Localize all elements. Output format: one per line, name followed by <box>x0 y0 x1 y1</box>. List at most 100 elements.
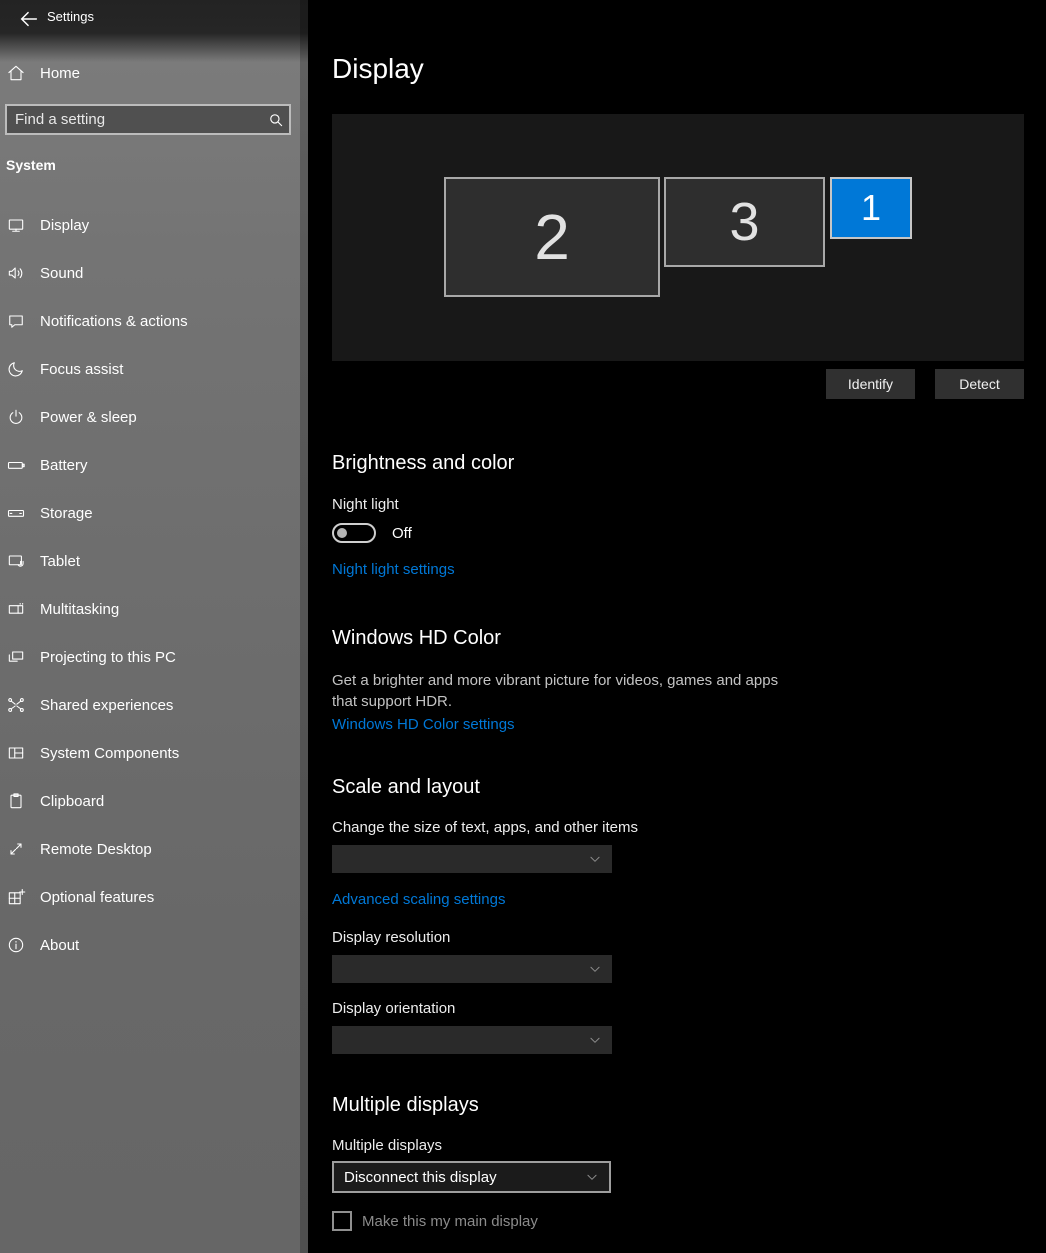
detect-button[interactable]: Detect <box>935 369 1024 399</box>
sidebar-item-projecting[interactable]: Projecting to this PC <box>0 633 300 681</box>
sidebar-item-remote-desktop[interactable]: Remote Desktop <box>0 825 300 873</box>
settings-window: Settings Home System Display <box>0 0 1046 1253</box>
multiple-displays-value: Disconnect this display <box>344 1169 497 1186</box>
sidebar-item-label: About <box>40 937 79 954</box>
hd-color-settings-link[interactable]: Windows HD Color settings <box>332 715 515 735</box>
main-display-checkbox-row: Make this my main display <box>332 1211 1046 1231</box>
home-label: Home <box>40 65 80 82</box>
identify-button[interactable]: Identify <box>826 369 915 399</box>
night-light-label: Night light <box>332 495 1046 515</box>
brightness-heading: Brightness and color <box>332 450 1046 476</box>
page-title: Display <box>332 52 1046 86</box>
sidebar-item-label: Battery <box>40 457 88 474</box>
advanced-scaling-link[interactable]: Advanced scaling settings <box>332 890 505 910</box>
sidebar-item-storage[interactable]: Storage <box>0 489 300 537</box>
power-icon <box>6 407 26 427</box>
sidebar-item-label: Optional features <box>40 889 154 906</box>
sidebar-item-multitasking[interactable]: Multitasking <box>0 585 300 633</box>
toggle-knob <box>337 528 347 538</box>
drive-icon <box>6 503 26 523</box>
multitask-windows-icon <box>6 599 26 619</box>
info-circle-icon <box>6 935 26 955</box>
monitor-icon <box>6 215 26 235</box>
window-title: Settings <box>47 9 94 24</box>
main-pane: Display 2 3 1 Identify Detect Brightness… <box>308 0 1046 1253</box>
display-orientation-dropdown[interactable] <box>332 1026 612 1054</box>
sidebar-item-label: Tablet <box>40 553 80 570</box>
sidebar-item-clipboard[interactable]: Clipboard <box>0 777 300 825</box>
scale-size-label: Change the size of text, apps, and other… <box>332 818 1046 838</box>
sidebar-item-focus-assist[interactable]: Focus assist <box>0 345 300 393</box>
monitor-arrangement-panel: 2 3 1 <box>332 114 1024 361</box>
chevron-down-icon <box>585 1170 599 1184</box>
sidebar-item-display[interactable]: Display <box>0 201 300 249</box>
monitor-buttons-row: Identify Detect <box>332 369 1024 399</box>
sidebar-item-label: Shared experiences <box>40 697 173 714</box>
sidebar-item-power-sleep[interactable]: Power & sleep <box>0 393 300 441</box>
make-main-display-checkbox[interactable] <box>332 1211 352 1231</box>
speaker-icon <box>6 263 26 283</box>
home-icon <box>6 63 26 83</box>
night-light-state: Off <box>392 525 412 542</box>
sidebar-item-label: Storage <box>40 505 93 522</box>
shared-nodes-icon <box>6 695 26 715</box>
scale-layout-heading: Scale and layout <box>332 774 1046 800</box>
monitor-2[interactable]: 2 <box>444 177 660 297</box>
sidebar-item-label: Notifications & actions <box>40 313 188 330</box>
sidebar-item-label: Clipboard <box>40 793 104 810</box>
back-arrow-icon <box>18 8 40 30</box>
search-icon <box>263 111 289 129</box>
chevron-down-icon <box>588 1033 602 1047</box>
sidebar-item-label: Power & sleep <box>40 409 137 426</box>
sidebar-item-sound[interactable]: Sound <box>0 249 300 297</box>
monitor-1-selected[interactable]: 1 <box>830 177 912 239</box>
sidebar-nav: Display Sound Notifications & actions <box>0 201 300 969</box>
clipboard-icon <box>6 791 26 811</box>
projecting-screens-icon <box>6 647 26 667</box>
sidebar-item-about[interactable]: About <box>0 921 300 969</box>
display-orientation-label: Display orientation <box>332 999 1046 1019</box>
monitor-3[interactable]: 3 <box>664 177 825 267</box>
night-light-toggle[interactable] <box>332 523 376 543</box>
notification-bubble-icon <box>6 311 26 331</box>
search-box <box>5 104 291 135</box>
multiple-displays-label: Multiple displays <box>332 1136 1046 1156</box>
sidebar: Settings Home System Display <box>0 0 308 1253</box>
sidebar-item-battery[interactable]: Battery <box>0 441 300 489</box>
sidebar-item-tablet[interactable]: Tablet <box>0 537 300 585</box>
display-resolution-label: Display resolution <box>332 928 1046 948</box>
tablet-icon <box>6 551 26 571</box>
battery-icon <box>6 455 26 475</box>
hd-color-heading: Windows HD Color <box>332 625 1046 651</box>
scale-size-dropdown[interactable] <box>332 845 612 873</box>
sidebar-item-label: Projecting to this PC <box>40 649 176 666</box>
moon-icon <box>6 359 26 379</box>
sidebar-item-notifications[interactable]: Notifications & actions <box>0 297 300 345</box>
make-main-display-label: Make this my main display <box>362 1213 538 1230</box>
multiple-displays-heading: Multiple displays <box>332 1092 1046 1118</box>
display-resolution-dropdown[interactable] <box>332 955 612 983</box>
back-button[interactable] <box>17 7 41 31</box>
sidebar-item-shared-experiences[interactable]: Shared experiences <box>0 681 300 729</box>
sidebar-item-system-components[interactable]: System Components <box>0 729 300 777</box>
chevron-down-icon <box>588 852 602 866</box>
sidebar-item-label: Sound <box>40 265 83 282</box>
sidebar-item-label: Display <box>40 217 89 234</box>
monitor-area: 2 3 1 <box>332 114 1024 297</box>
chevron-down-icon <box>588 962 602 976</box>
night-light-toggle-row: Off <box>332 522 1046 544</box>
sidebar-item-home[interactable]: Home <box>0 49 300 97</box>
multiple-displays-dropdown[interactable]: Disconnect this display <box>332 1161 611 1193</box>
hd-color-description: Get a brighter and more vibrant picture … <box>332 670 802 712</box>
sidebar-item-optional-features[interactable]: Optional features <box>0 873 300 921</box>
remote-arrows-icon <box>6 839 26 859</box>
night-light-settings-link[interactable]: Night light settings <box>332 560 455 580</box>
sidebar-item-label: Multitasking <box>40 601 119 618</box>
sidebar-item-label: Remote Desktop <box>40 841 152 858</box>
grid-plus-icon <box>6 887 26 907</box>
components-grid-icon <box>6 743 26 763</box>
search-input[interactable] <box>7 111 263 128</box>
sidebar-section-label: System <box>6 157 56 173</box>
sidebar-item-label: Focus assist <box>40 361 123 378</box>
sidebar-header: Settings <box>0 0 308 40</box>
